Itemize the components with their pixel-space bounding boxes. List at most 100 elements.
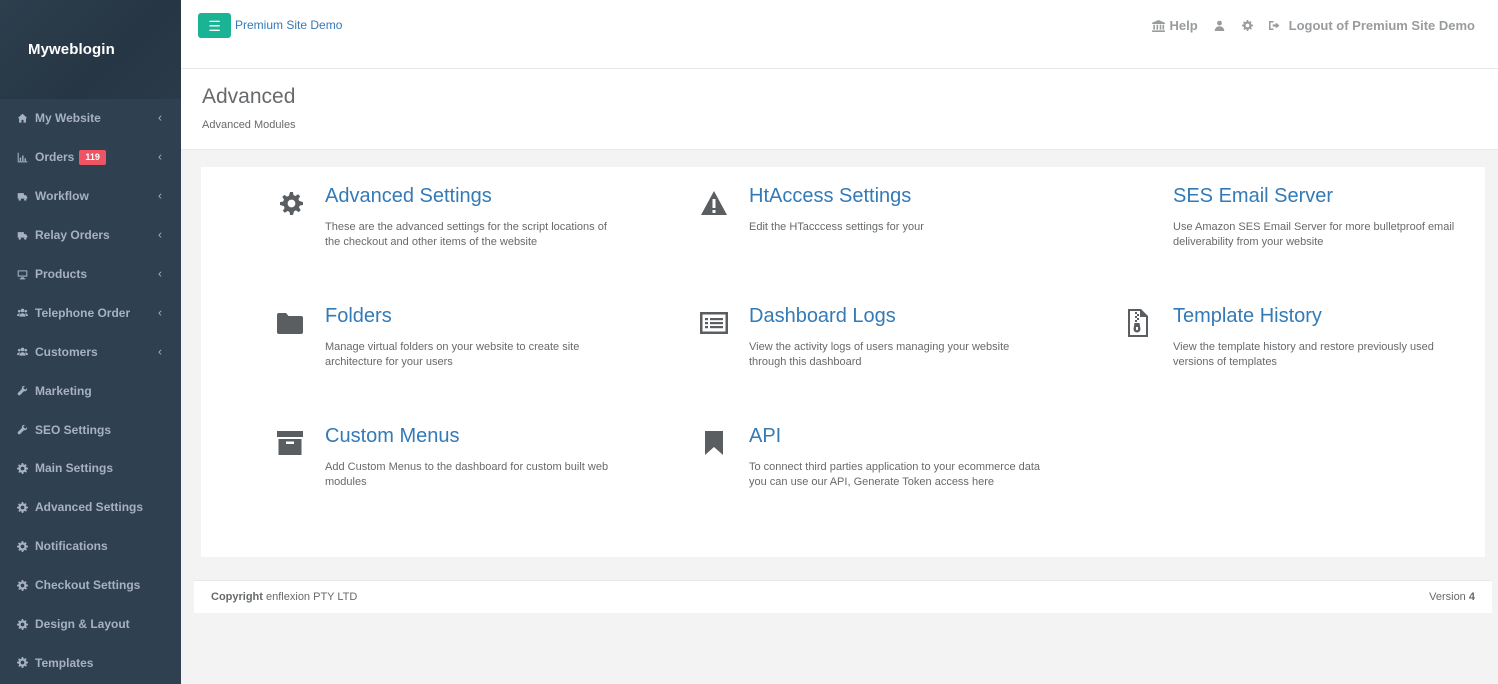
sidebar-item-my-website[interactable]: My Website ‹ <box>0 99 181 138</box>
page-title: Advanced <box>202 85 296 108</box>
list-icon <box>699 308 729 338</box>
module-title-link[interactable]: Template History <box>1173 305 1322 328</box>
sidebar-item-label: Telephone Order <box>35 305 131 320</box>
module-title-link[interactable]: API <box>749 425 781 448</box>
logout-label: Logout of Premium Site Demo <box>1288 18 1475 33</box>
sidebar-item-label: Orders <box>35 150 75 165</box>
truck-icon <box>16 190 28 202</box>
hamburger-icon: ☰ <box>208 17 221 34</box>
page-heading: Advanced Advanced Modules <box>181 69 1498 150</box>
menu-toggle-button[interactable]: ☰ <box>198 13 231 38</box>
sidebar-item-notifications[interactable]: Notifications <box>0 527 181 566</box>
gear-icon <box>1241 20 1253 31</box>
version-label: Version <box>1429 591 1466 603</box>
chevron-left-icon: ‹ <box>158 266 162 281</box>
module-description: These are the advanced settings for the … <box>325 221 607 248</box>
gear-icon <box>16 501 28 513</box>
company-name: enflexion PTY LTD <box>266 591 358 603</box>
sidebar-item-main-settings[interactable]: Main Settings <box>0 449 181 488</box>
logout-link[interactable]: Logout of Premium Site Demo <box>1268 18 1475 33</box>
sidebar-item-label: Checkout Settings <box>35 578 141 593</box>
top-right-nav: Help Logout of Premium Site Demo <box>1152 18 1475 33</box>
sidebar-item-label: My Website <box>35 111 101 126</box>
brand-name: Myweblogin <box>28 41 115 58</box>
sidebar-item-label: Marketing <box>35 383 92 398</box>
home-icon <box>16 112 28 124</box>
version-info: Version 4 <box>1429 591 1475 603</box>
gear-icon <box>16 462 28 474</box>
bar-chart-icon <box>16 151 28 163</box>
sidebar-item-label: Relay Orders <box>35 228 110 243</box>
folder-icon <box>275 308 305 338</box>
module-title-link[interactable]: Custom Menus <box>325 425 460 448</box>
sidebar-item-design-layout[interactable]: Design & Layout <box>0 605 181 644</box>
version-number: 4 <box>1468 591 1475 603</box>
sidebar-item-label: Main Settings <box>35 461 114 476</box>
sign-out-icon <box>1268 20 1281 31</box>
module-description: View the template history and restore pr… <box>1173 341 1434 368</box>
settings-button[interactable] <box>1241 20 1253 31</box>
sidebar-item-seo-settings[interactable]: SEO Settings <box>0 410 181 449</box>
archive-icon <box>275 428 305 458</box>
footer: Copyright enflexion PTY LTD Version 4 <box>194 580 1492 613</box>
module-title-link[interactable]: Advanced Settings <box>325 185 492 208</box>
sidebar-item-marketing[interactable]: Marketing <box>0 371 181 410</box>
wrench-icon <box>16 385 28 397</box>
gear-icon <box>16 657 28 669</box>
gear-icon <box>16 579 28 591</box>
wrench-icon <box>16 424 28 436</box>
sidebar-item-customers[interactable]: Customers ‹ <box>0 332 181 371</box>
chevron-left-icon: ‹ <box>158 344 162 359</box>
sidebar-item-label: Templates <box>35 655 94 670</box>
sidebar-item-workflow[interactable]: Workflow ‹ <box>0 177 181 216</box>
sidebar-item-label: SEO Settings <box>35 422 112 437</box>
gear-icon <box>276 188 306 218</box>
module-description: Use Amazon SES Email Server for more bul… <box>1173 221 1455 248</box>
file-zip-icon <box>1123 308 1153 338</box>
sidebar-item-label: Products <box>35 267 88 281</box>
chevron-left-icon: ‹ <box>158 188 162 203</box>
sidebar-item-orders[interactable]: Orders 119 ‹ <box>0 138 181 177</box>
sidebar-item-telephone-order[interactable]: Telephone Order ‹ <box>0 293 181 332</box>
sidebar-nav: My Website ‹ Orders 119 ‹ Workflow ‹ Rel… <box>0 99 181 682</box>
sidebar-item-templates[interactable]: Templates <box>0 643 181 682</box>
module-description: Add Custom Menus to the dashboard for cu… <box>325 461 609 488</box>
sidebar-item-label: Notifications <box>35 539 108 554</box>
bookmark-icon <box>699 428 729 458</box>
chevron-left-icon: ‹ <box>158 227 162 242</box>
module-description: Edit the HTacccess settings for your <box>749 221 924 233</box>
gear-icon <box>16 540 28 552</box>
user-icon <box>1214 20 1225 31</box>
chevron-left-icon: ‹ <box>158 149 162 164</box>
sidebar-item-products[interactable]: Products ‹ <box>0 255 181 294</box>
desktop-icon <box>16 268 28 280</box>
users-icon <box>16 307 28 319</box>
module-description: View the activity logs of users managing… <box>749 341 1010 368</box>
module-description: Manage virtual folders on your website t… <box>325 341 580 368</box>
help-link[interactable]: Help <box>1152 18 1198 33</box>
chevron-left-icon: ‹ <box>158 305 162 320</box>
bank-icon <box>1152 19 1166 32</box>
sidebar-item-label: Workflow <box>35 189 89 204</box>
sidebar-item-checkout-settings[interactable]: Checkout Settings <box>0 566 181 605</box>
module-title-link[interactable]: Dashboard Logs <box>749 305 896 328</box>
sidebar-item-label: Design & Layout <box>35 617 130 632</box>
modules-panel: Advanced Settings These are the advanced… <box>201 167 1485 557</box>
gear-icon <box>16 618 28 630</box>
brand: Myweblogin <box>0 0 181 99</box>
copyright-label: Copyright <box>211 591 263 603</box>
module-title-link[interactable]: HtAccess Settings <box>749 185 911 208</box>
user-profile-button[interactable] <box>1214 20 1225 31</box>
help-label: Help <box>1169 18 1198 33</box>
site-link[interactable]: Premium Site Demo <box>235 18 342 32</box>
sidebar-item-relay-orders[interactable]: Relay Orders ‹ <box>0 216 181 255</box>
module-title-link[interactable]: SES Email Server <box>1173 185 1333 208</box>
sidebar-item-label: Customers <box>35 344 98 359</box>
module-title-link[interactable]: Folders <box>325 305 392 328</box>
sidebar-item-advanced-settings[interactable]: Advanced Settings <box>0 488 181 527</box>
orders-count-badge: 119 <box>79 149 106 165</box>
copyright: Copyright enflexion PTY LTD <box>211 591 357 603</box>
truck-icon <box>16 229 28 241</box>
module-description: To connect third parties application to … <box>749 461 1041 488</box>
sidebar-item-label: Advanced Settings <box>35 500 144 515</box>
